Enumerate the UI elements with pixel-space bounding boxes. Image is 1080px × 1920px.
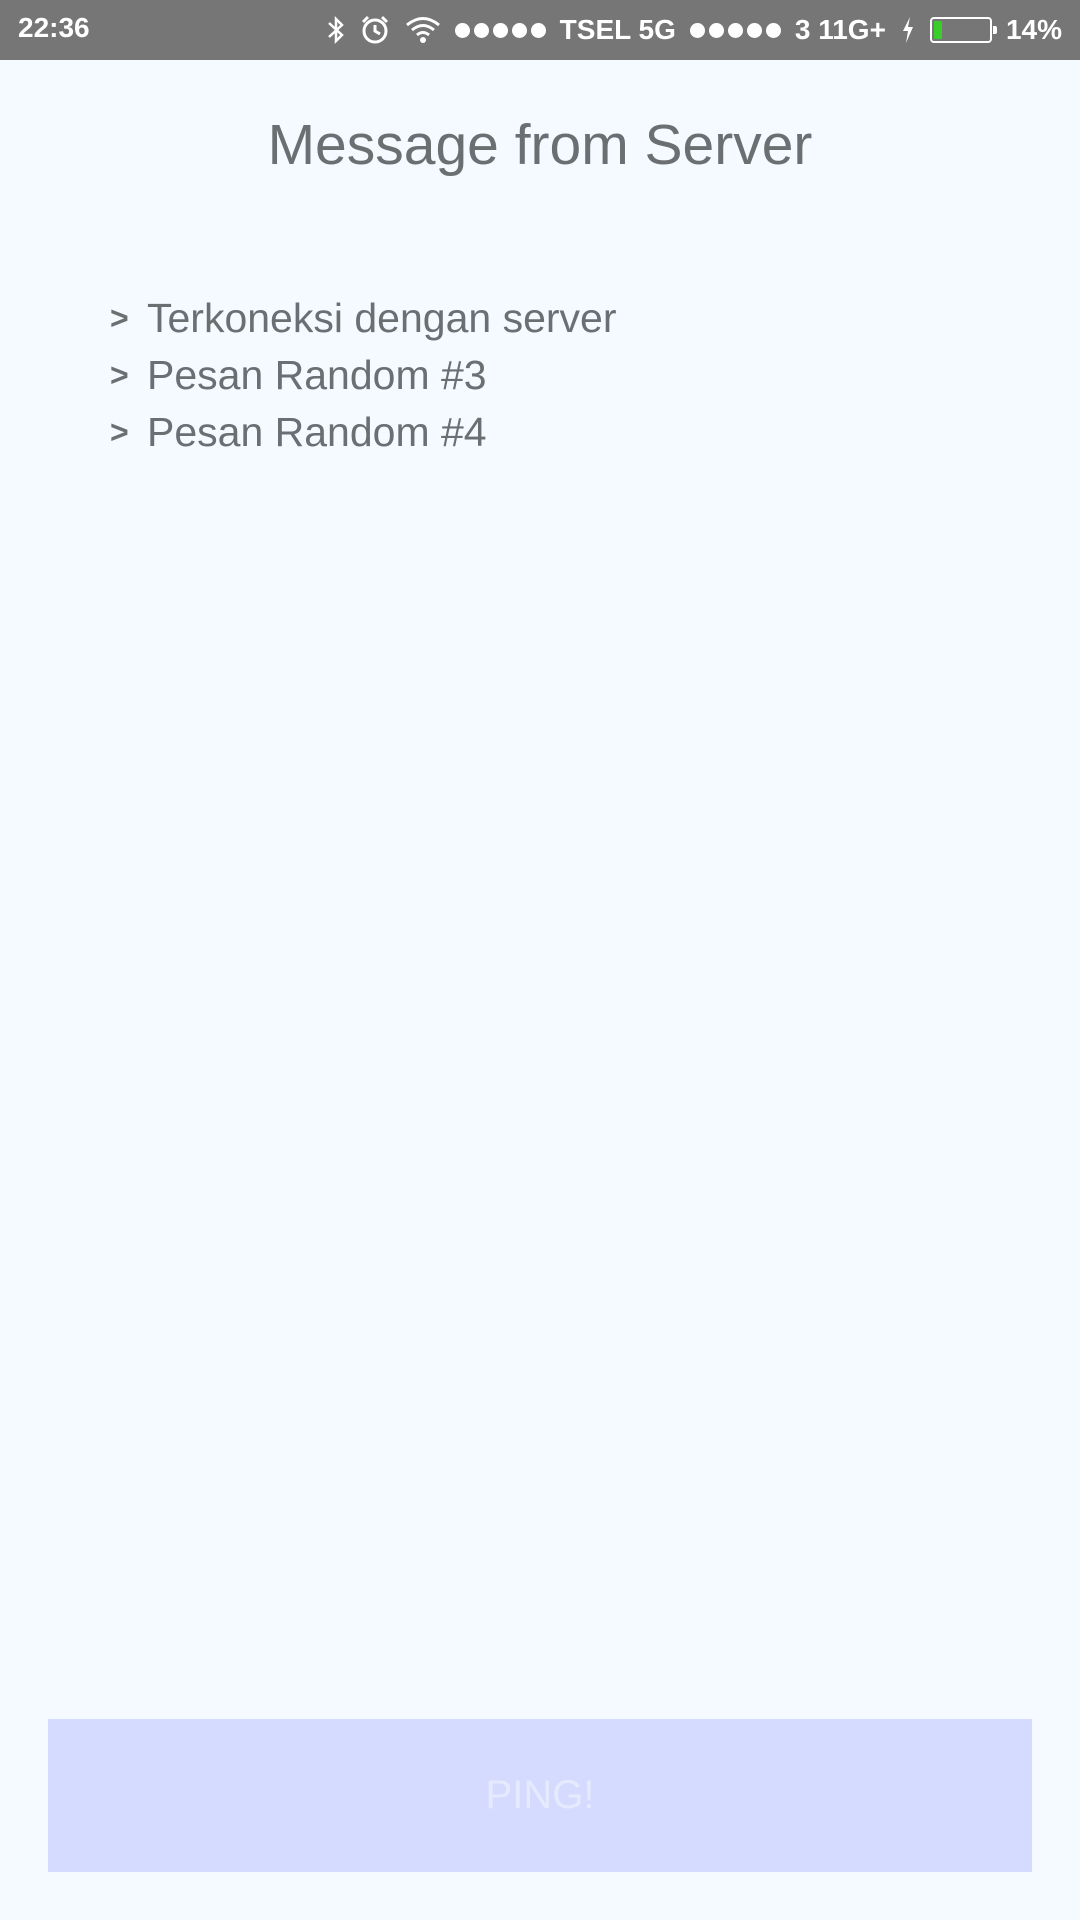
message-list: > Terkoneksi dengan server > Pesan Rando… — [110, 290, 616, 461]
battery-fill — [933, 21, 942, 39]
message-text: Pesan Random #4 — [147, 409, 487, 455]
ping-button[interactable]: PING! — [48, 1719, 1032, 1872]
battery-percent: 14% — [1005, 14, 1062, 45]
signal-dots-icon — [454, 22, 546, 38]
list-item: > Terkoneksi dengan server — [110, 290, 616, 347]
carrier-1-label: TSEL 5G — [559, 14, 676, 45]
bluetooth-icon — [327, 15, 345, 45]
message-prefix: > — [110, 300, 129, 336]
page-title: Message from Server — [267, 113, 813, 177]
charging-icon — [900, 15, 916, 45]
wifi-icon — [405, 16, 441, 44]
message-prefix: > — [110, 414, 129, 450]
signal-dots-icon — [689, 22, 781, 38]
carrier-2-label: 3 11G+ — [794, 14, 886, 45]
status-bar: 22:36 TSEL 5G 3 11G+ 14% — [0, 0, 1080, 60]
message-prefix: > — [110, 357, 129, 393]
battery-icon — [929, 17, 997, 43]
message-text: Terkoneksi dengan server — [147, 295, 617, 341]
status-icons: TSEL 5G 3 11G+ 14% — [327, 12, 1062, 48]
alarm-icon — [359, 14, 391, 46]
message-text: Pesan Random #3 — [147, 352, 487, 398]
list-item: > Pesan Random #4 — [110, 404, 616, 461]
list-item: > Pesan Random #3 — [110, 347, 616, 404]
status-time: 22:36 — [18, 12, 90, 43]
